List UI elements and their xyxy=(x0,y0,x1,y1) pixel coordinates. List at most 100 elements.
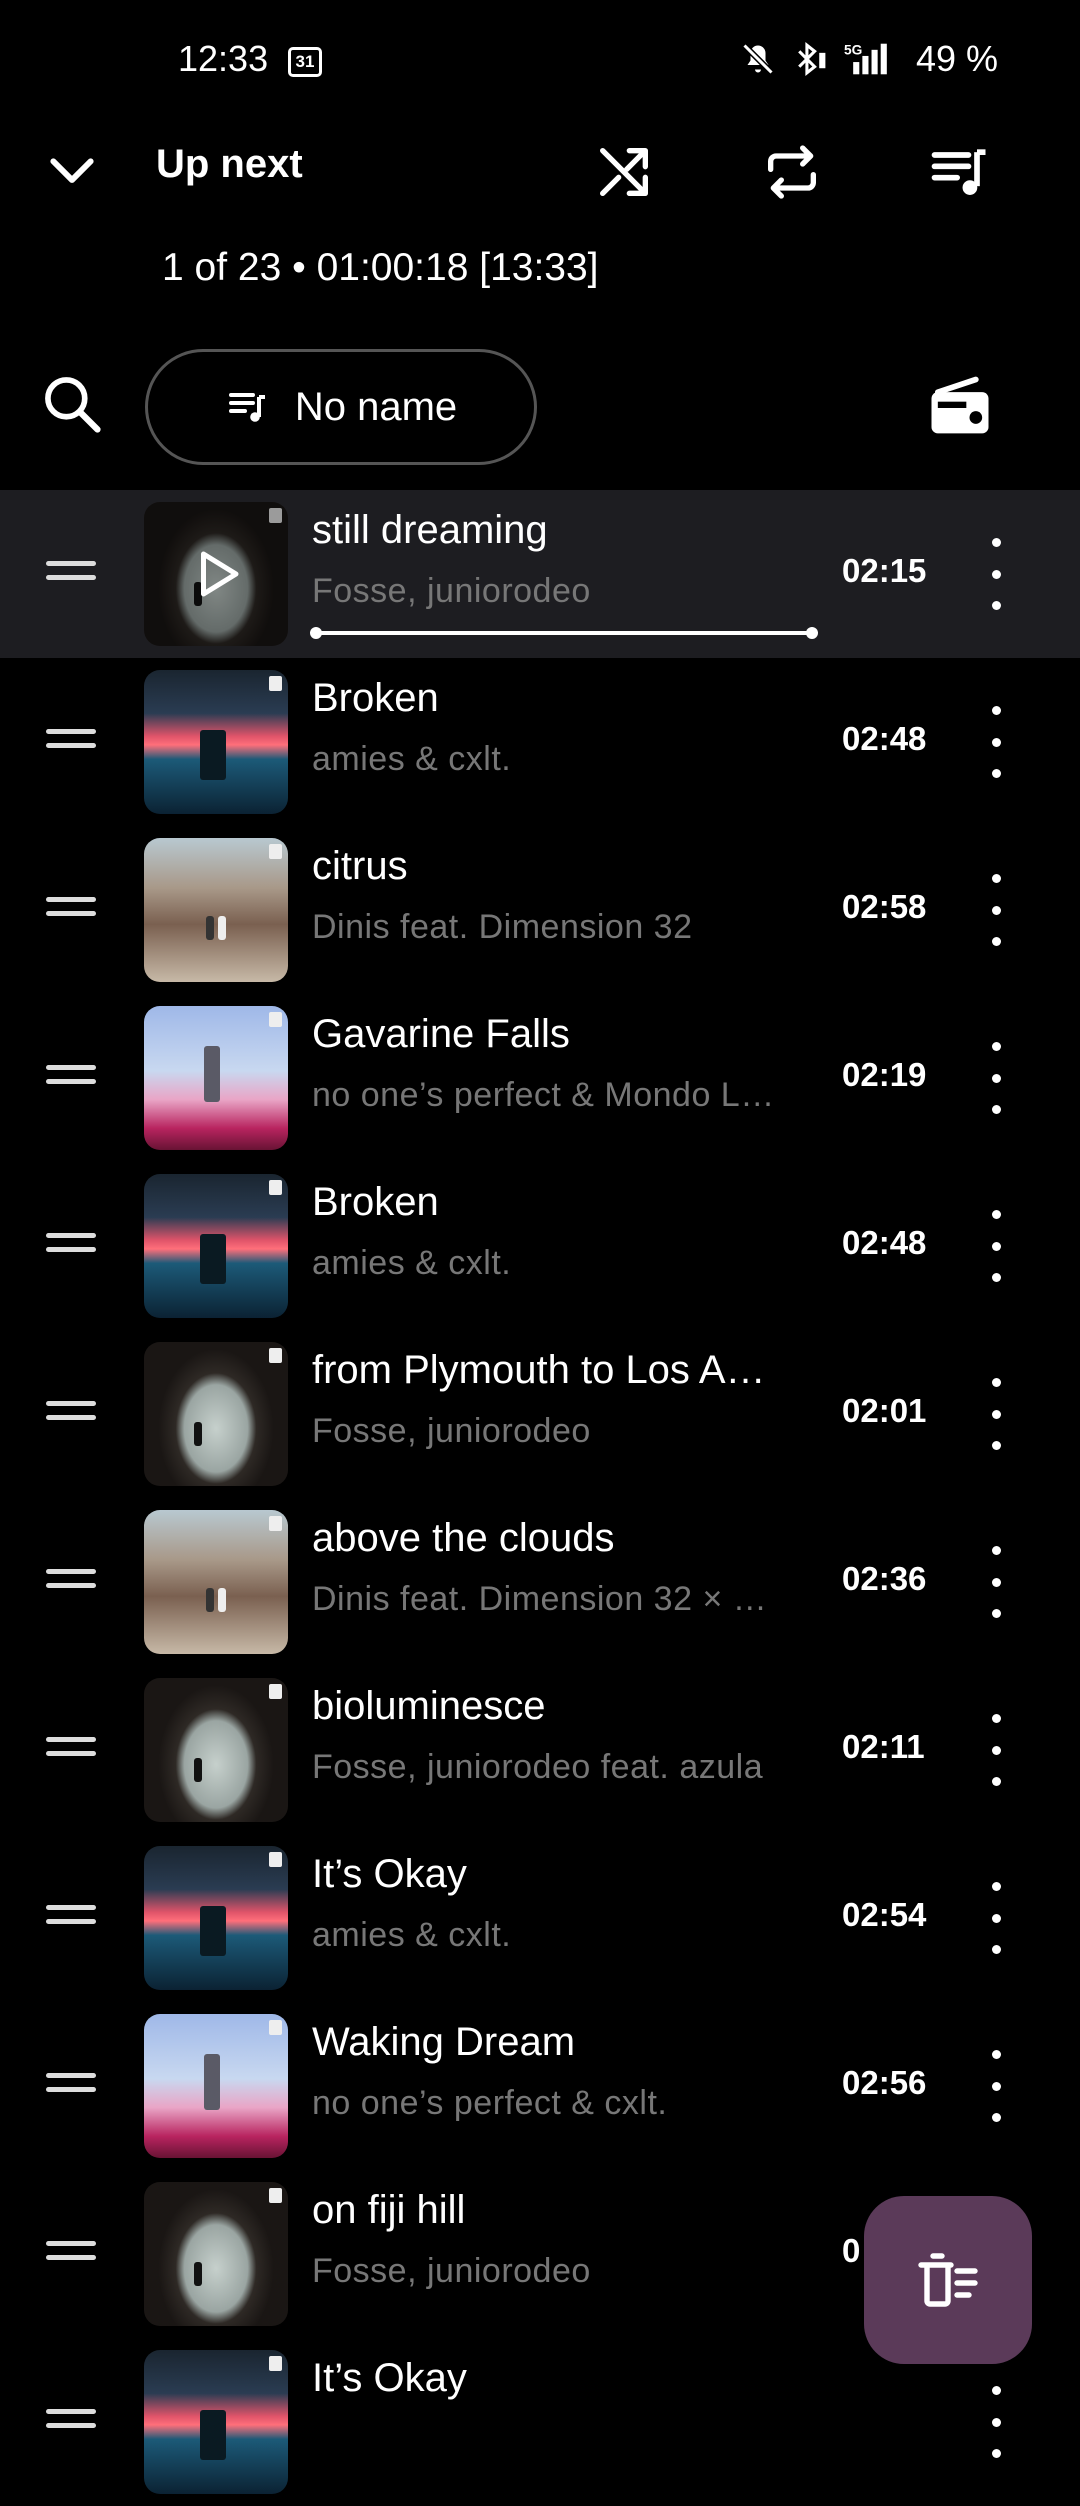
list-item[interactable]: Waking Dream no one’s perfect & cxlt. 02… xyxy=(0,2002,1080,2170)
track-artist: Dinis feat. Dimension 32 xyxy=(312,908,693,946)
album-art xyxy=(144,1678,288,1822)
queue-music-icon xyxy=(931,149,986,195)
drag-handle-icon[interactable] xyxy=(46,729,96,755)
track-title: above the clouds xyxy=(312,1516,615,1560)
track-title: Gavarine Falls xyxy=(312,1012,570,1056)
list-item[interactable]: Broken amies & cxlt. 02:48 xyxy=(0,658,1080,826)
track-title: It’s Okay xyxy=(312,2356,467,2400)
svg-text:5G: 5G xyxy=(844,42,862,57)
mute-icon xyxy=(742,43,774,75)
drag-handle-icon[interactable] xyxy=(46,1905,96,1931)
track-title: It’s Okay xyxy=(312,1852,467,1896)
track-title: bioluminesce xyxy=(312,1684,546,1728)
more-options-icon[interactable] xyxy=(978,874,1014,946)
album-art xyxy=(144,2014,288,2158)
drag-handle-icon[interactable] xyxy=(46,1737,96,1763)
list-item[interactable]: It’s Okay amies & cxlt. 02:54 xyxy=(0,1834,1080,2002)
track-duration: 02:48 xyxy=(842,720,927,757)
album-art xyxy=(144,1846,288,1990)
queue-menu-button[interactable] xyxy=(918,130,1002,214)
track-duration: 02:54 xyxy=(842,1896,927,1933)
drag-handle-icon[interactable] xyxy=(46,1065,96,1091)
album-art xyxy=(144,1342,288,1486)
now-playing-overlay xyxy=(144,502,288,646)
track-title: Broken xyxy=(312,1180,439,1224)
album-art xyxy=(144,502,288,646)
list-item[interactable]: bioluminesce Fosse, juniorodeo feat. azu… xyxy=(0,1666,1080,1834)
battery-level: 49 % xyxy=(916,38,999,79)
more-options-icon[interactable] xyxy=(978,1714,1014,1786)
more-options-icon[interactable] xyxy=(978,1546,1014,1618)
track-artist: no one’s perfect & Mondo L… xyxy=(312,1076,775,1114)
playback-progress-bar[interactable] xyxy=(310,627,818,639)
progress-end-knob[interactable] xyxy=(806,627,818,639)
more-options-icon[interactable] xyxy=(978,2050,1014,2122)
signal-icon: 5G xyxy=(844,42,887,75)
list-item[interactable]: Broken amies & cxlt. 02:48 xyxy=(0,1162,1080,1330)
play-icon xyxy=(201,551,239,597)
more-options-icon[interactable] xyxy=(978,1042,1014,1114)
track-artist: Fosse, juniorodeo xyxy=(312,1412,591,1450)
track-artist: Dinis feat. Dimension 32 × … xyxy=(312,1580,768,1618)
track-artist: amies & cxlt. xyxy=(312,740,512,778)
album-art xyxy=(144,1006,288,1150)
track-duration: 02:58 xyxy=(842,888,927,925)
status-icons: 5G xyxy=(740,40,896,78)
repeat-button[interactable] xyxy=(750,130,834,214)
track-duration: 02:15 xyxy=(842,552,927,589)
list-item[interactable]: citrus Dinis feat. Dimension 32 02:58 xyxy=(0,826,1080,994)
track-title: Broken xyxy=(312,676,439,720)
queue-summary: 1 of 23 • 01:00:18 [13:33] xyxy=(162,246,599,289)
repeat-icon xyxy=(768,145,816,199)
track-artist: Fosse, juniorodeo xyxy=(312,2252,591,2290)
bluetooth-icon xyxy=(798,41,826,77)
drag-handle-icon[interactable] xyxy=(46,1401,96,1427)
drag-handle-icon[interactable] xyxy=(46,561,96,587)
more-options-icon[interactable] xyxy=(978,2386,1014,2458)
search-icon[interactable] xyxy=(38,370,106,438)
list-item-now-playing[interactable]: still dreaming Fosse, juniorodeo 02:15 xyxy=(0,490,1080,658)
track-duration: 02:56 xyxy=(842,2064,927,2101)
more-options-icon[interactable] xyxy=(978,1210,1014,1282)
track-duration: 02:36 xyxy=(842,1560,927,1597)
drag-handle-icon[interactable] xyxy=(46,2073,96,2099)
more-options-icon[interactable] xyxy=(978,1378,1014,1450)
drag-handle-icon[interactable] xyxy=(46,2241,96,2267)
album-art xyxy=(144,1174,288,1318)
calendar-notification-icon: 31 xyxy=(288,47,322,77)
list-item[interactable]: above the clouds Dinis feat. Dimension 3… xyxy=(0,1498,1080,1666)
drag-handle-icon[interactable] xyxy=(46,1233,96,1259)
album-art xyxy=(144,670,288,814)
drag-handle-icon[interactable] xyxy=(46,1569,96,1595)
queue-icon xyxy=(228,393,265,422)
shuffle-button[interactable] xyxy=(582,130,666,214)
clear-queue-icon xyxy=(918,2253,978,2307)
more-options-icon[interactable] xyxy=(978,1882,1014,1954)
track-title: still dreaming xyxy=(312,508,548,552)
track-artist: Fosse, juniorodeo xyxy=(312,572,591,610)
track-duration: 02:19 xyxy=(842,1056,927,1093)
clear-queue-button[interactable] xyxy=(864,2196,1032,2364)
track-duration: 02:48 xyxy=(842,1224,927,1261)
track-title: on fiji hill xyxy=(312,2188,466,2232)
track-artist: Fosse, juniorodeo feat. azula xyxy=(312,1748,764,1786)
progress-start-knob xyxy=(310,627,322,639)
status-time: 12:33 xyxy=(178,38,269,79)
track-artist: amies & cxlt. xyxy=(312,1916,512,1954)
chevron-down-icon[interactable] xyxy=(40,140,104,204)
drag-handle-icon[interactable] xyxy=(46,2409,96,2435)
queue-name-button[interactable]: No name xyxy=(145,349,537,465)
more-options-icon[interactable] xyxy=(978,538,1014,610)
radio-icon[interactable] xyxy=(922,370,998,446)
track-title: from Plymouth to Los A… xyxy=(312,1348,766,1392)
list-item[interactable]: from Plymouth to Los A… Fosse, juniorode… xyxy=(0,1330,1080,1498)
track-artist: no one’s perfect & cxlt. xyxy=(312,2084,668,2122)
track-duration: 02:11 xyxy=(842,1728,925,1765)
more-options-icon[interactable] xyxy=(978,706,1014,778)
drag-handle-icon[interactable] xyxy=(46,897,96,923)
track-duration: 0 xyxy=(842,2232,861,2269)
list-item[interactable]: Gavarine Falls no one’s perfect & Mondo … xyxy=(0,994,1080,1162)
track-title: citrus xyxy=(312,844,408,888)
queue-name-label: No name xyxy=(294,384,458,429)
album-art xyxy=(144,2350,288,2494)
